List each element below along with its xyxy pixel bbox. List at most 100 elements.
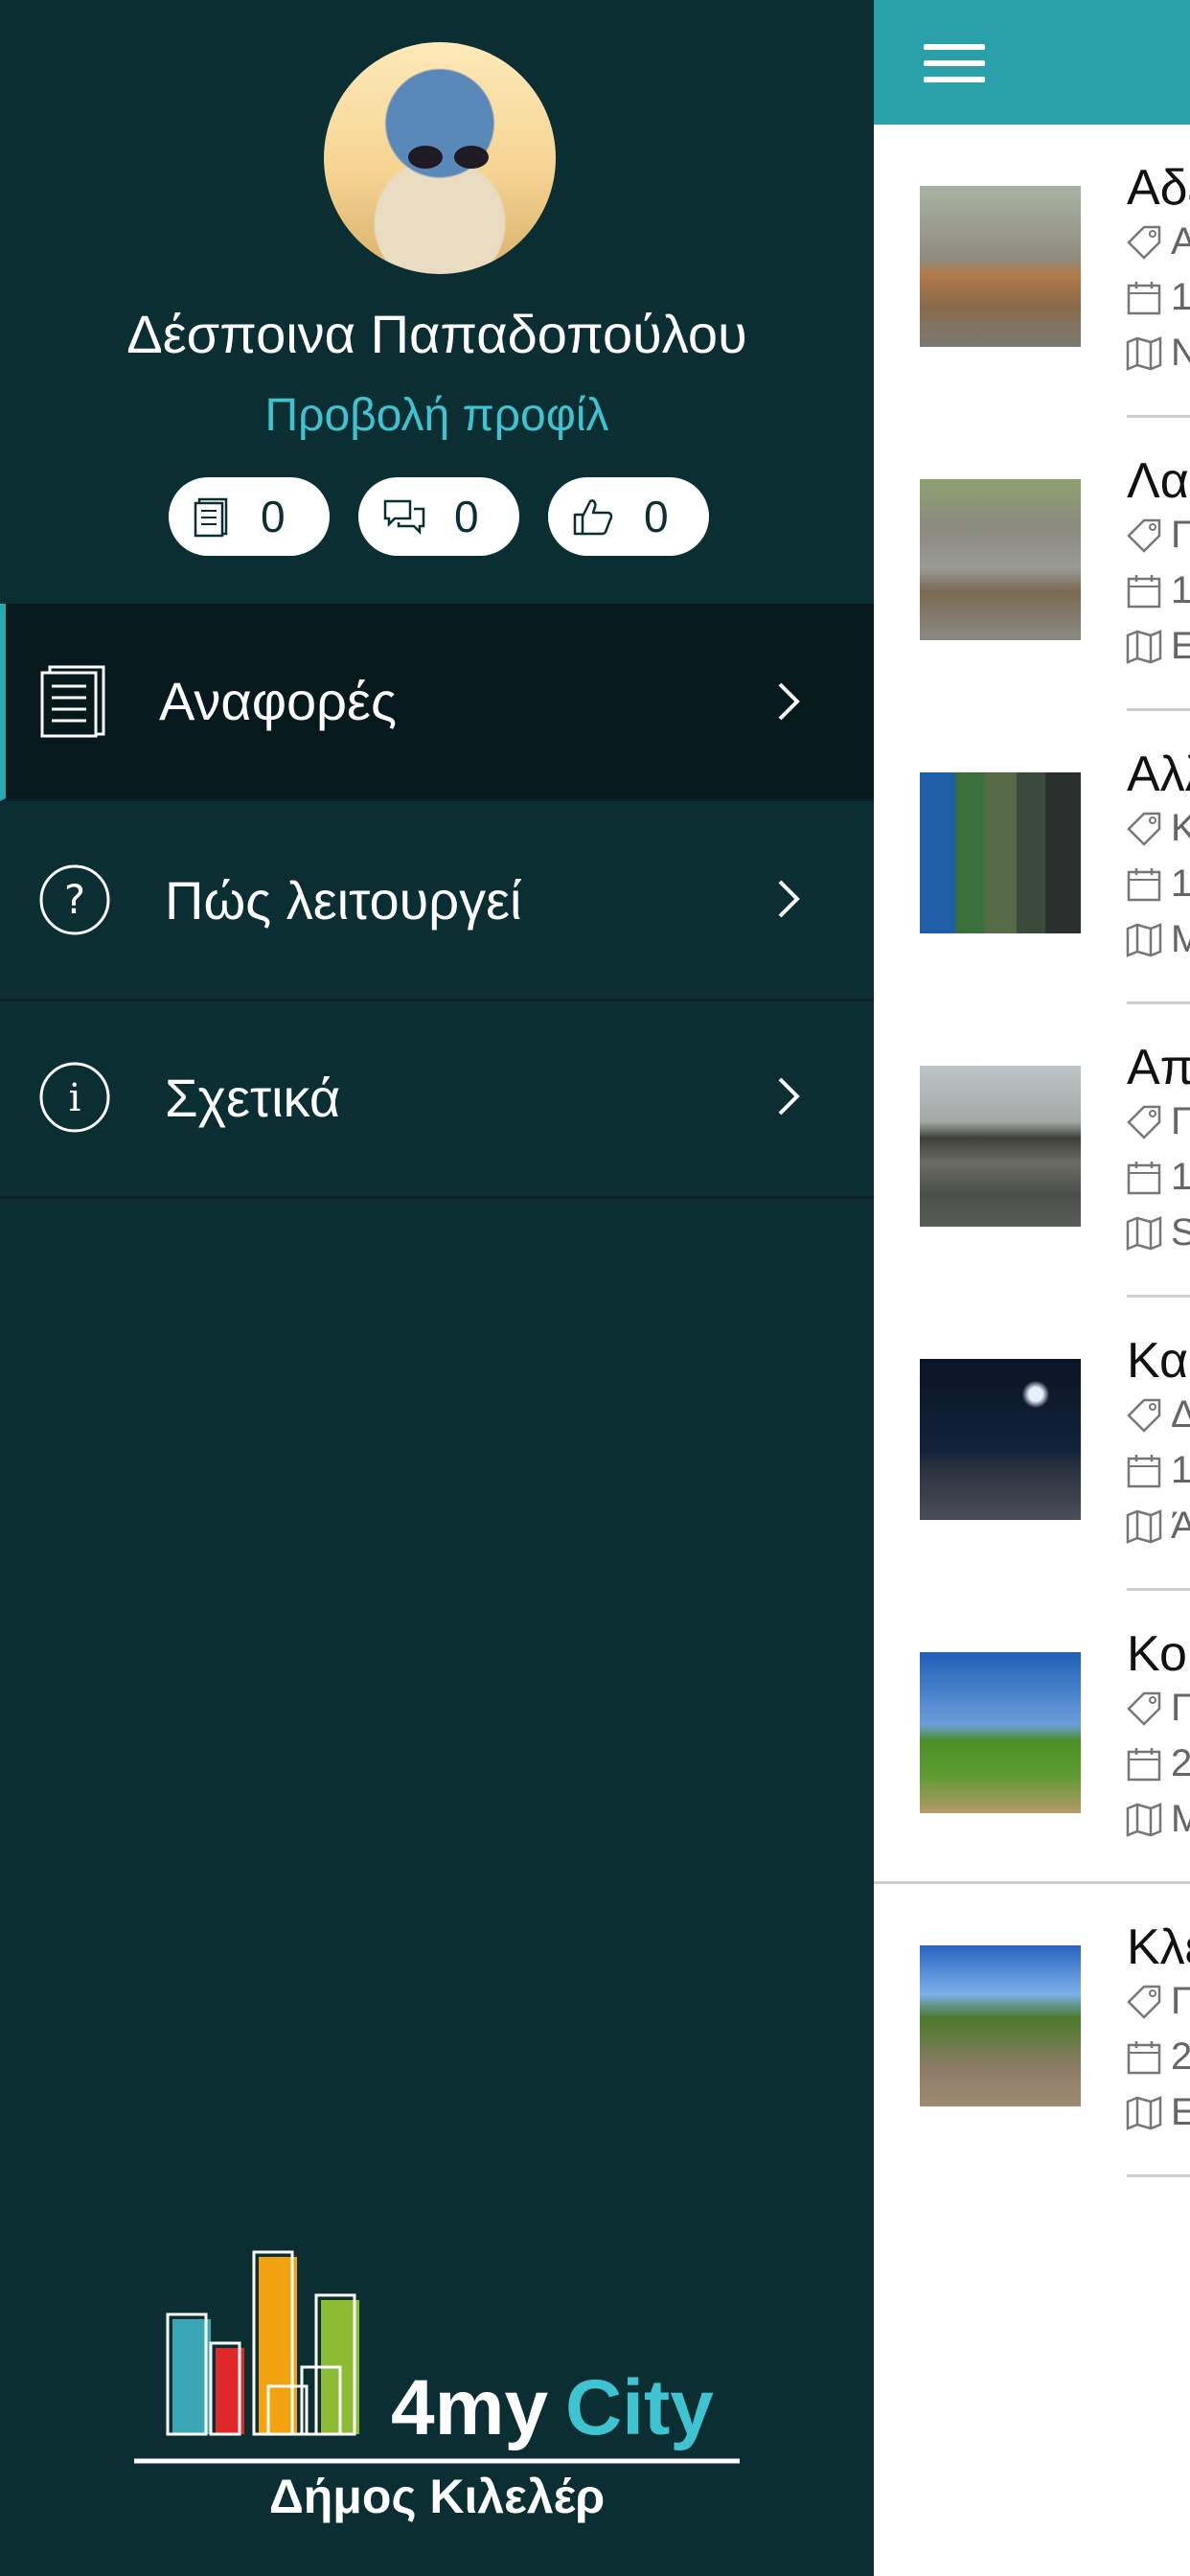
report-category: Α xyxy=(1125,220,1190,264)
report-list-item[interactable]: Κο Γ 2 Μ xyxy=(874,1591,1190,1884)
logo-text: 4my xyxy=(391,2364,549,2451)
user-name: Δέσποινα Παπαδοπούλου xyxy=(126,304,747,364)
avatar[interactable] xyxy=(324,42,556,274)
likes-count-badge[interactable]: 0 xyxy=(548,477,709,556)
chevron-right-icon xyxy=(778,682,800,721)
report-location: Ν xyxy=(1125,332,1190,375)
report-thumbnail xyxy=(920,479,1081,640)
tag-icon xyxy=(1127,1691,1161,1726)
report-location-text: S xyxy=(1171,1211,1190,1254)
divider xyxy=(1127,2174,1190,2177)
tag-icon xyxy=(1127,518,1161,553)
report-title: Αλλ xyxy=(1127,747,1190,802)
menu-item-about[interactable]: i Σχετικά xyxy=(0,999,874,1199)
report-category-text: Α xyxy=(1171,220,1190,263)
report-category: Γ xyxy=(1125,514,1190,557)
reports-icon xyxy=(40,665,105,737)
report-title: Αδε xyxy=(1127,160,1190,216)
report-list-item[interactable]: Απ Γ 1 S xyxy=(874,1004,1190,1298)
report-location-text: Ά xyxy=(1171,1505,1190,1547)
question-icon: ? xyxy=(39,864,110,935)
report-category: Κ xyxy=(1125,807,1190,850)
calendar-icon xyxy=(1127,867,1161,901)
map-icon xyxy=(1126,2095,1162,2130)
calendar-icon xyxy=(1127,281,1161,314)
comments-icon xyxy=(383,499,425,536)
map-icon xyxy=(1126,1802,1162,1837)
calendar-icon xyxy=(1127,574,1161,608)
report-thumbnail xyxy=(920,1945,1081,2106)
report-date-text: 1 xyxy=(1171,276,1190,318)
report-location: S xyxy=(1125,1211,1190,1254)
report-location: Μ xyxy=(1125,918,1190,961)
chevron-right-icon xyxy=(778,880,800,918)
report-list-item[interactable]: Κλε Γ 2 Ε xyxy=(874,1884,1190,2177)
map-icon xyxy=(1126,922,1162,957)
report-date: 2 xyxy=(1125,2036,1190,2079)
report-thumbnail xyxy=(920,1066,1081,1227)
report-location-text: Ε xyxy=(1171,625,1190,667)
svg-text:?: ? xyxy=(64,876,85,923)
municipality-name: Δήμος Κιλελέρ xyxy=(268,2470,606,2523)
report-list-item[interactable]: Κα Δ 1 Ά xyxy=(874,1298,1190,1591)
map-icon xyxy=(1126,1215,1162,1251)
report-location: Μ xyxy=(1125,1798,1190,1841)
report-category-text: Κ xyxy=(1171,807,1190,849)
report-date-text: 1 xyxy=(1171,569,1190,611)
report-location-text: Ν xyxy=(1171,332,1190,374)
report-list-item[interactable]: Αδε Α 1 Ν xyxy=(874,125,1190,418)
navigation-drawer: Δέσποινα Παπαδοπούλου Προβολή προφίλ 0 0… xyxy=(0,0,874,2576)
report-category: Γ xyxy=(1125,1980,1190,2023)
report-date: 1 xyxy=(1125,276,1190,319)
report-thumbnail xyxy=(920,772,1081,933)
map-icon xyxy=(1126,1508,1162,1544)
report-list-item[interactable]: Αλλ Κ 1 Μ xyxy=(874,711,1190,1004)
menu-item-reports[interactable]: Αναφορές xyxy=(0,604,874,801)
comments-count-badge[interactable]: 0 xyxy=(358,477,519,556)
report-location-text: Μ xyxy=(1171,918,1190,960)
report-thumbnail xyxy=(920,1359,1081,1520)
report-location: Ά xyxy=(1125,1505,1190,1548)
report-title: Κα xyxy=(1127,1333,1189,1389)
map-icon xyxy=(1126,335,1162,371)
report-date: 1 xyxy=(1125,1449,1190,1492)
report-thumbnail xyxy=(920,1652,1081,1813)
report-location-text: Ε xyxy=(1171,2091,1190,2133)
report-date: 1 xyxy=(1125,569,1190,612)
info-icon: i xyxy=(39,1062,110,1133)
report-category-text: Γ xyxy=(1171,1687,1190,1729)
report-category: Δ xyxy=(1125,1393,1190,1437)
menu-item-how-it-works[interactable]: ? Πώς λειτουργεί xyxy=(0,801,874,1001)
report-list-item[interactable]: Λακ Γ 1 Ε xyxy=(874,418,1190,711)
reports-screen: Αδε Α 1 Ν Λακ Γ 1 Ε xyxy=(874,0,1190,2576)
report-location: Ε xyxy=(1125,2091,1190,2134)
report-date: 1 xyxy=(1125,1156,1190,1199)
report-category-text: Γ xyxy=(1171,514,1190,556)
reports-count-badge[interactable]: 0 xyxy=(169,477,330,556)
chevron-right-icon xyxy=(778,1077,800,1116)
view-profile-link[interactable]: Προβολή προφίλ xyxy=(0,389,874,442)
report-category: Γ xyxy=(1125,1687,1190,1730)
report-title: Κλε xyxy=(1127,1920,1190,1975)
thumbs-up-icon xyxy=(573,499,613,536)
calendar-icon xyxy=(1127,1454,1161,1487)
tag-icon xyxy=(1127,1105,1161,1139)
svg-text:i: i xyxy=(69,1076,81,1120)
calendar-icon xyxy=(1127,1747,1161,1781)
hamburger-menu-icon[interactable] xyxy=(924,44,985,82)
report-date-text: 2 xyxy=(1171,2036,1190,2078)
report-location: Ε xyxy=(1125,625,1190,668)
report-category-text: Δ xyxy=(1171,1393,1190,1436)
report-date-text: 1 xyxy=(1171,862,1190,905)
menu-item-label: Πώς λειτουργεί xyxy=(165,869,522,931)
report-category-text: Γ xyxy=(1171,1100,1190,1142)
comments-count: 0 xyxy=(454,492,479,541)
map-icon xyxy=(1126,629,1162,664)
sunglasses-graphic xyxy=(408,146,491,171)
reports-count: 0 xyxy=(261,492,286,541)
report-date-text: 1 xyxy=(1171,1156,1190,1198)
menu-item-label: Αναφορές xyxy=(159,671,397,731)
report-category-text: Γ xyxy=(1171,1980,1190,2022)
tag-icon xyxy=(1127,225,1161,260)
calendar-icon xyxy=(1127,1161,1161,1194)
